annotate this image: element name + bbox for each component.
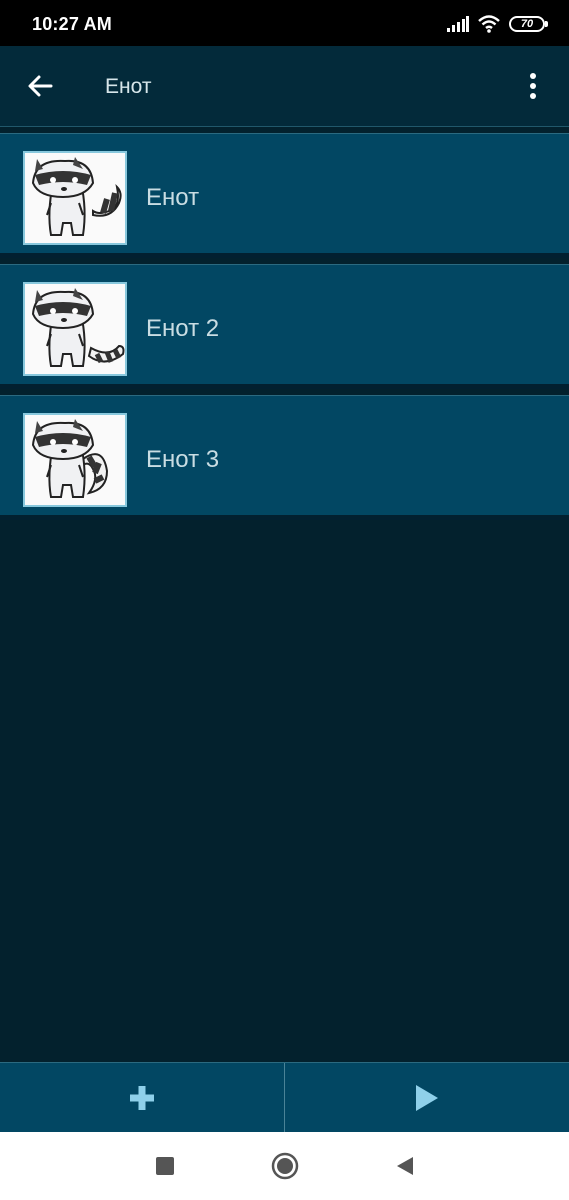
list-item[interactable]: Енот 3 [0,395,569,520]
back-triangle-icon [396,1157,413,1175]
arrow-left-icon [28,75,53,97]
system-back-button[interactable] [390,1151,420,1181]
bottom-action-bar [0,1062,569,1132]
add-button[interactable] [0,1063,284,1132]
list-item[interactable]: Енот 2 [0,264,569,389]
back-button[interactable] [20,68,60,104]
list-item[interactable]: Енот [0,133,569,258]
more-vert-icon [530,73,536,99]
raccoon-image [23,151,127,245]
home-circle-icon [271,1152,298,1180]
recents-button[interactable] [150,1151,180,1181]
status-icons: 70 [447,12,548,36]
recents-square-icon [155,1157,174,1175]
item-label: Енот [146,184,200,211]
app-bar: Енот [0,46,569,127]
play-button[interactable] [284,1063,569,1132]
play-icon [416,1084,438,1111]
signal-icon [447,16,469,32]
status-bar: 10:27 AM 70 [0,0,569,46]
battery-icon: 70 [509,16,548,32]
raccoon-image [23,413,127,507]
item-label: Енот 3 [146,446,220,473]
item-label: Енот 2 [146,315,220,342]
wifi-icon [478,15,500,33]
system-nav-bar [0,1132,569,1200]
overflow-menu-button[interactable] [515,68,551,104]
raccoon-image [23,282,127,376]
home-button[interactable] [270,1151,300,1181]
page-title: Енот [105,75,152,98]
status-time: 10:27 AM [32,14,112,34]
plus-icon [130,1085,154,1110]
item-list: Енот Енот 2 Енот 3 [0,133,569,526]
